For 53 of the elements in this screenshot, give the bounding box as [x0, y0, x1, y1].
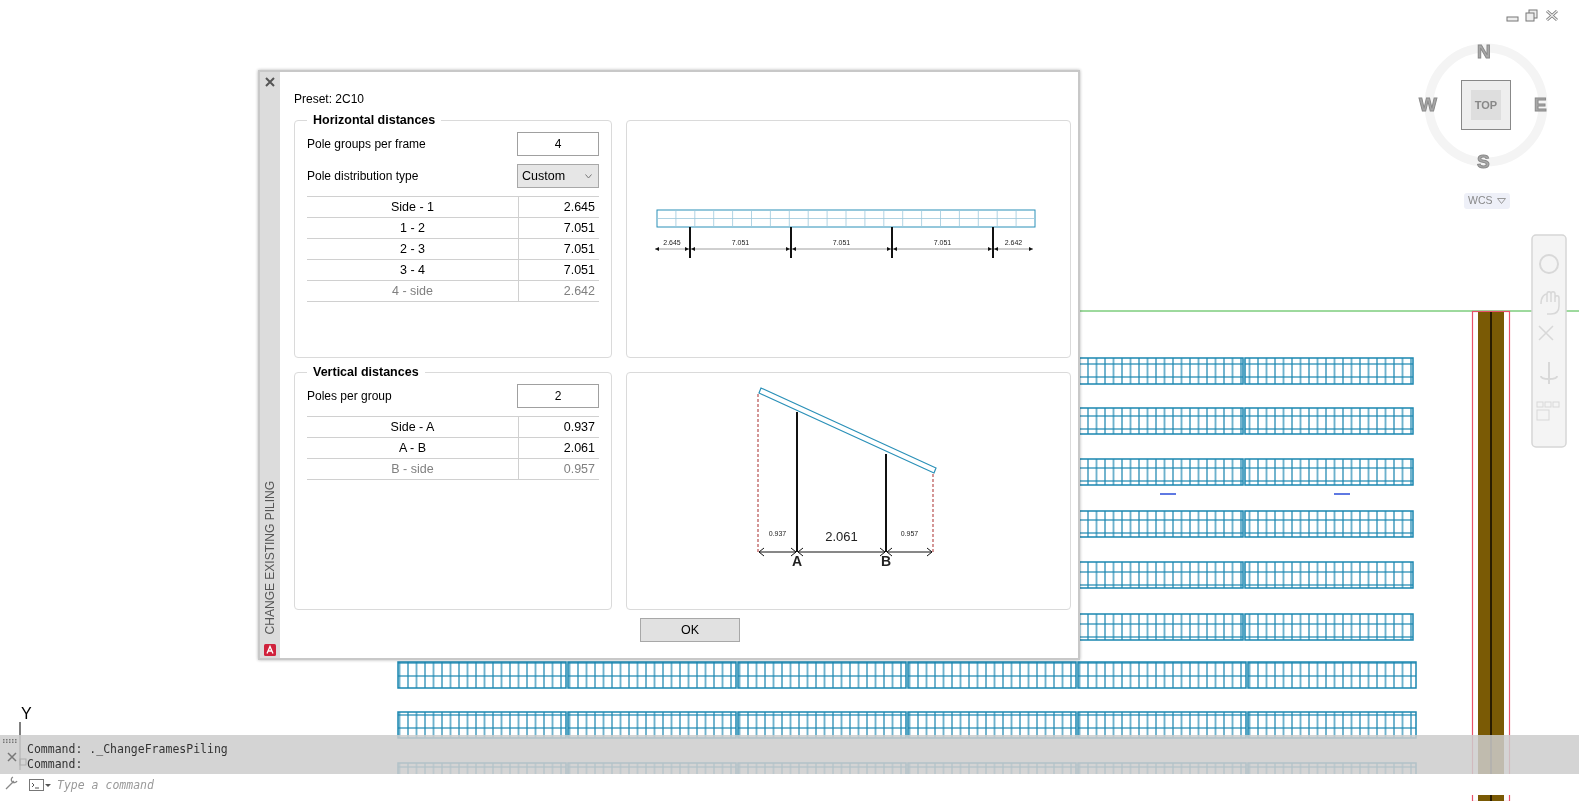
- wrench-icon[interactable]: [4, 774, 20, 790]
- pole-line: [891, 226, 893, 259]
- distance-span-cell: 1 - 2: [307, 218, 519, 238]
- distance-span-cell: 3 - 4: [307, 260, 519, 280]
- preset-label: Preset: 2C10: [294, 91, 366, 108]
- pole-line: [992, 226, 994, 259]
- distance-value-cell-text: 7.051: [562, 240, 596, 258]
- distance-value-cell-text: 0.937: [562, 418, 596, 436]
- restore-icon[interactable]: [1525, 9, 1539, 22]
- number-field[interactable]: 2: [517, 384, 599, 408]
- distance-span-cell: Side - 1: [307, 197, 519, 217]
- axis-label: Y: [21, 705, 32, 723]
- north-label[interactable]: N: [1477, 42, 1491, 61]
- command-history-line: Command:: [27, 757, 83, 771]
- pole-line: [790, 226, 792, 259]
- distance-value-cell-text: 7.051: [562, 219, 596, 237]
- west-label[interactable]: W: [1419, 95, 1437, 114]
- pole-label: B: [880, 553, 892, 569]
- distance-span-cell: B - side: [307, 459, 519, 479]
- distance-span-cell: A - B: [307, 438, 519, 458]
- distance-value-cell-text: 2.642: [562, 282, 596, 300]
- distance-value-cell-text: 2.645: [562, 198, 596, 216]
- distance-value-cell-text: 0.957: [562, 460, 596, 478]
- ucs-dropdown[interactable]: WCS: [1464, 193, 1510, 209]
- south-label[interactable]: S: [1477, 152, 1490, 171]
- chevron-icon: [585, 173, 592, 179]
- pole-label: A: [791, 553, 803, 569]
- dash-mark: [1159, 493, 1177, 495]
- field-label: Pole distribution type: [307, 168, 419, 185]
- distance-span-cell: 4 - side: [307, 281, 519, 301]
- distance-value-cell-text: 2.061: [562, 439, 596, 457]
- app-logo-icon: [264, 644, 276, 656]
- distribution-dropdown[interactable]: Custom: [517, 164, 599, 188]
- grip-icon[interactable]: [3, 739, 19, 743]
- prompt-icon[interactable]: [29, 778, 51, 791]
- view-cube[interactable]: TOP: [1461, 80, 1511, 130]
- close-icon[interactable]: [7, 752, 17, 762]
- dimension-label: 2.061: [825, 529, 858, 544]
- field-label: Poles per group: [307, 388, 392, 405]
- command-history-line: Command: ._ChangeFramesPiling: [27, 742, 228, 756]
- dash-mark: [1333, 493, 1351, 495]
- distance-value-cell-text: 7.051: [562, 261, 596, 279]
- field-label: Pole groups per frame: [307, 136, 426, 153]
- distance-span-cell: 2 - 3: [307, 239, 519, 259]
- ok-button[interactable]: OK: [640, 618, 740, 642]
- pole-line: [689, 226, 691, 259]
- dialog-side-title: CHANGE EXISTING PILING: [262, 480, 278, 634]
- distance-span-cell: Side - A: [307, 417, 519, 437]
- close-button[interactable]: [263, 75, 277, 89]
- number-field[interactable]: 4: [517, 132, 599, 156]
- close-icon[interactable]: [1545, 9, 1559, 22]
- east-label[interactable]: E: [1534, 95, 1547, 114]
- caret-icon: [1496, 198, 1506, 204]
